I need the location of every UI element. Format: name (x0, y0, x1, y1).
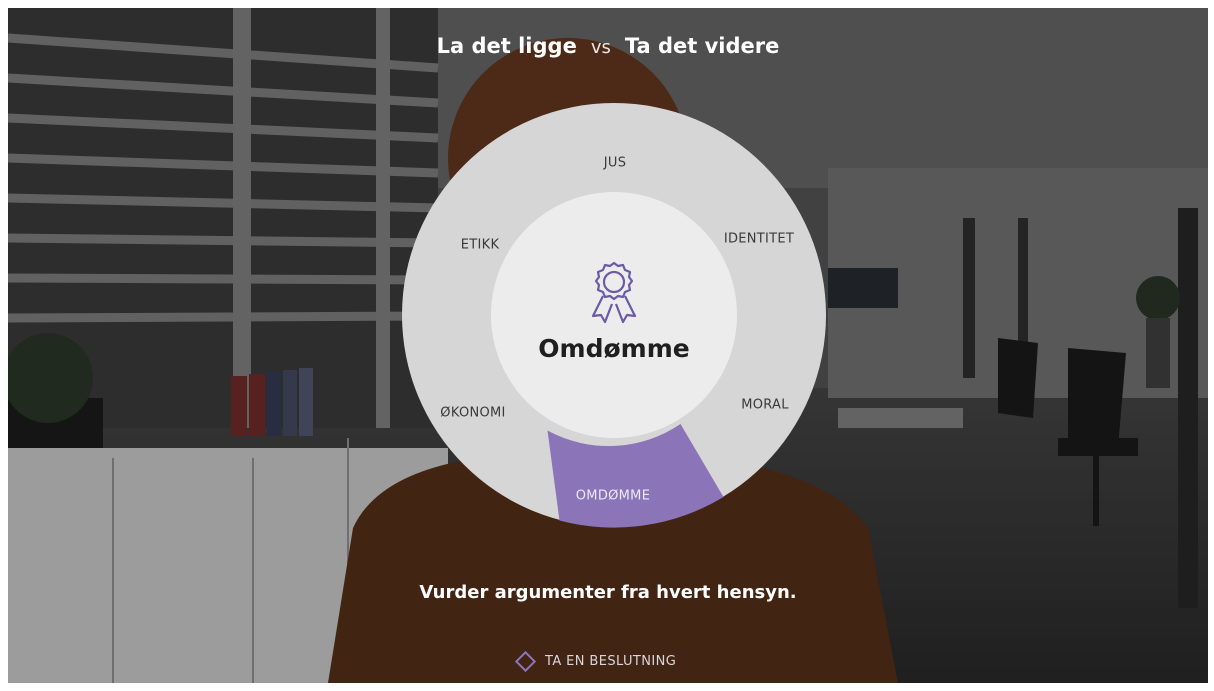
instruction-text: Vurder argumenter fra hvert hensyn. (419, 582, 797, 603)
game-viewport: La det ligge vs Ta det videre JUS IDENTITE… (8, 8, 1208, 683)
selected-consideration-title: Omdømme (538, 334, 690, 363)
consideration-wheel: JUS IDENTITET MORAL OMDØMME ØKONOMI ETIK… (401, 102, 827, 528)
segment-etikk[interactable]: ETIKK (461, 238, 500, 253)
segment-omdomme[interactable]: OMDØMME (576, 489, 650, 504)
versus-label: vs (590, 37, 611, 58)
segment-okonomi[interactable]: ØKONOMI (440, 406, 505, 421)
segment-jus[interactable]: JUS (604, 156, 627, 171)
segment-identitet[interactable]: IDENTITET (724, 232, 794, 247)
award-ribbon-icon (591, 261, 637, 324)
decision-title: La det ligge vs Ta det videre (8, 34, 1208, 58)
make-decision-button[interactable]: TA EN BESLUTNING (514, 650, 677, 673)
make-decision-label: TA EN BESLUTNING (545, 654, 677, 669)
option-a-label: La det ligge (436, 34, 577, 58)
segment-moral[interactable]: MORAL (741, 398, 789, 413)
diamond-icon (514, 650, 537, 673)
option-b-label: Ta det videre (624, 34, 780, 58)
